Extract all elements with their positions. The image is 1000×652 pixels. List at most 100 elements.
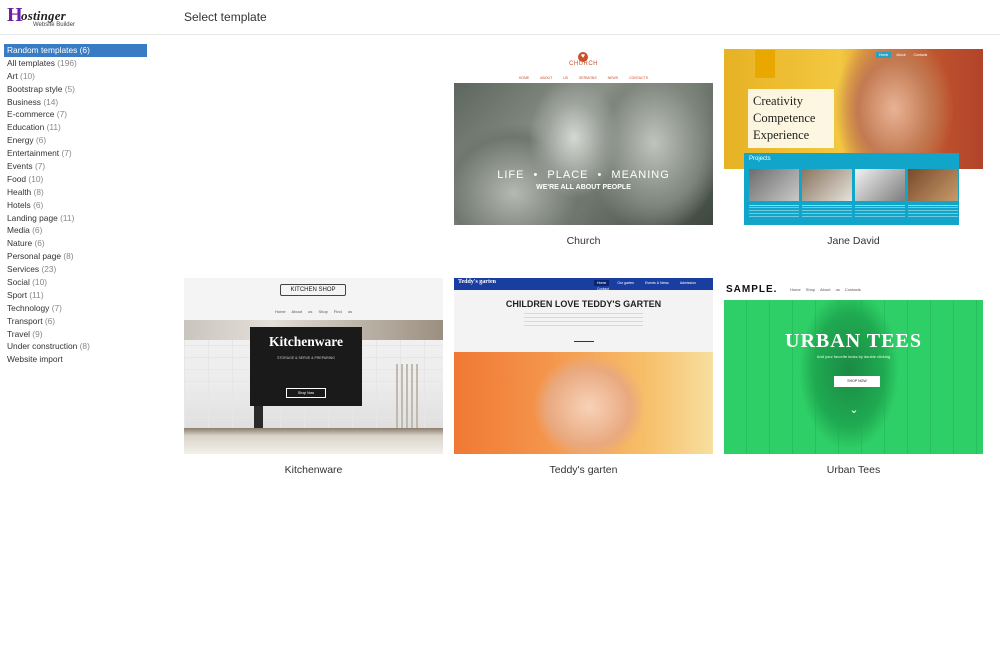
category-count: (10) [28, 173, 44, 184]
jane-nav-item: About [896, 53, 906, 57]
category-energy[interactable]: Energy (6) [4, 134, 147, 147]
template-name[interactable]: Kitchenware [184, 464, 443, 476]
template-thumbnail[interactable]: KITCHEN SHOP Home About us Shop Find us … [184, 278, 443, 454]
page-title: Select template [184, 10, 267, 24]
category-random-templates[interactable]: Random templates (6) [4, 44, 147, 57]
church-angel-photo [454, 83, 713, 225]
project-image [802, 169, 852, 201]
teddy-nav-item: Admission [679, 281, 696, 285]
jane-logo-badge [754, 49, 776, 79]
template-name[interactable]: Urban Tees [724, 464, 983, 476]
project-caption [802, 205, 852, 217]
category-nature[interactable]: Nature (6) [4, 237, 147, 250]
category-under-construction[interactable]: Under construction (8) [4, 340, 147, 353]
category-count: (6) [35, 135, 47, 146]
kitchen-nav: Home About us Shop Find us [274, 309, 353, 314]
teddy-nav: Home Our garten Events & News AdmissionCont… [594, 280, 713, 292]
church-hero-line2: WE'RE ALL ABOUT PEOPLE [536, 184, 631, 191]
kitchen-bottle [254, 402, 263, 430]
category-technology[interactable]: Technology (7) [4, 302, 147, 315]
template-card-urban-tees[interactable]: SAMPLE. Home Shop About us Contacts URBA… [724, 278, 983, 478]
project-caption [908, 205, 958, 217]
template-name[interactable]: Jane David [724, 235, 983, 247]
category-label: E-commerce [7, 109, 55, 120]
category-label: Nature [7, 238, 33, 249]
church-nav: HOME ABOUT US SERMONS NEWS CONTACTS [518, 76, 649, 80]
category-art[interactable]: Art (10) [4, 70, 147, 83]
category-count: (6) [33, 199, 44, 210]
template-thumbnail[interactable]: Teddy's garten Home Our garten Events & Ne… [454, 278, 713, 454]
category-label: Art [7, 70, 18, 81]
category-entertainment[interactable]: Entertainment (7) [4, 147, 147, 160]
logo-subtitle: Website Builder [33, 22, 75, 28]
category-label: Services [7, 264, 40, 275]
category-label: Under construction [7, 341, 78, 352]
teddy-nav-item: Contact [597, 287, 610, 291]
jane-hero-line: Creativity [753, 94, 803, 108]
category-education[interactable]: Education (11) [4, 121, 147, 134]
category-label: Website import [7, 354, 63, 365]
category-events[interactable]: Events (7) [4, 160, 147, 173]
category-travel[interactable]: Travel (9) [4, 328, 147, 341]
jane-projects-title: Projects [749, 156, 771, 162]
category-services[interactable]: Services (23) [4, 263, 147, 276]
category-all-templates[interactable]: All templates (196) [4, 57, 147, 70]
category-count: (23) [41, 264, 57, 275]
category-label: Hotels [7, 199, 31, 210]
category-count: (6) [34, 238, 45, 249]
category-label: Education [7, 122, 45, 133]
category-business[interactable]: Business (14) [4, 96, 147, 109]
category-media[interactable]: Media (6) [4, 224, 147, 237]
category-count: (7) [56, 109, 68, 120]
category-label: Travel [7, 328, 30, 339]
project-caption [749, 205, 799, 217]
category-label: Business [7, 96, 41, 107]
template-thumbnail[interactable]: ♥ CHURCH HOME ABOUT US SERMONS NEWS CONT… [454, 49, 713, 225]
template-thumbnail[interactable]: Home About Contacts Creativity Competence … [724, 49, 983, 225]
project-image [749, 169, 799, 201]
urban-subtitle: Add your favorite looks by double clicki… [816, 354, 891, 359]
template-card-kitchenware[interactable]: KITCHEN SHOP Home About us Shop Find us … [184, 278, 443, 478]
category-e-commerce[interactable]: E-commerce (7) [4, 108, 147, 121]
jane-hero-box: Creativity Competence Experience [748, 89, 834, 148]
category-social[interactable]: Social (10) [4, 276, 147, 289]
teddy-logo: Teddy's garten [458, 279, 496, 285]
jane-nav: Home About Contacts [876, 52, 932, 58]
category-label: Bootstrap style [7, 83, 63, 94]
category-count: (9) [32, 328, 43, 339]
teddy-title: CHILDREN LOVE TEDDY'S GARTEN [505, 299, 662, 309]
category-hotels[interactable]: Hotels (6) [4, 199, 147, 212]
template-name[interactable]: Teddy's garten [454, 464, 713, 476]
category-count: (196) [57, 57, 77, 68]
template-thumbnail[interactable]: SAMPLE. Home Shop About us Contacts URBA… [724, 278, 983, 454]
category-transport[interactable]: Transport (6) [4, 315, 147, 328]
kitchen-subtitle: STORAGE & SERVE & PREPARING [277, 356, 335, 360]
template-card-teddys-garten[interactable]: Teddy's garten Home Our garten Events & Ne… [454, 278, 713, 478]
category-count: (11) [46, 122, 61, 133]
category-health[interactable]: Health (8) [4, 186, 147, 199]
category-food[interactable]: Food (10) [4, 173, 147, 186]
template-card-church[interactable]: ♥ CHURCH HOME ABOUT US SERMONS NEWS CONT… [454, 49, 713, 249]
category-bootstrap-style[interactable]: Bootstrap style (5) [4, 83, 147, 96]
teddy-body-text [524, 312, 643, 326]
category-label: Social [7, 277, 30, 288]
kitchen-logo: KITCHEN SHOP [280, 284, 346, 296]
jane-nav-item: Contacts [913, 53, 928, 57]
category-landing-page[interactable]: Landing page (11) [4, 212, 147, 225]
category-count: (7) [61, 148, 72, 159]
category-sport[interactable]: Sport (11) [4, 289, 147, 302]
top-header: H ostinger Website Builder Select templa… [0, 0, 1000, 35]
teddy-header: Teddy's garten Home Our garten Events & Ne… [454, 278, 713, 292]
category-label: Energy [7, 135, 34, 146]
category-website-import[interactable]: Website import [4, 353, 147, 366]
category-label: Events [7, 161, 33, 172]
category-label: Personal page [7, 251, 62, 262]
template-card-jane-david[interactable]: Home About Contacts Creativity Competence … [724, 49, 983, 249]
category-count: (5) [64, 83, 75, 94]
category-personal-page[interactable]: Personal page (8) [4, 250, 147, 263]
category-count: (8) [79, 341, 90, 352]
hostinger-logo[interactable]: H ostinger Website Builder [7, 5, 77, 29]
category-label: Entertainment [7, 148, 60, 159]
category-label: Transport [7, 315, 43, 326]
template-name[interactable]: Church [454, 235, 713, 247]
